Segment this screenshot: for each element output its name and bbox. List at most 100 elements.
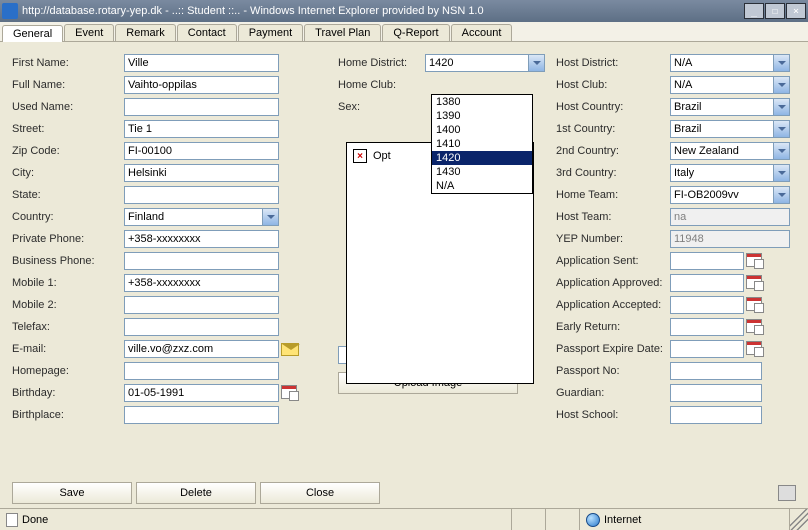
close-button[interactable]: Close [260, 482, 380, 504]
dropdown-option[interactable]: 1390 [432, 109, 532, 123]
label-home-club: Home Club: [338, 79, 423, 91]
private-phone-input[interactable] [124, 230, 279, 248]
label-street: Street: [12, 123, 122, 135]
label-birthday: Birthday: [12, 387, 122, 399]
close-window-button[interactable]: × [786, 3, 806, 19]
host-district-value: N/A [674, 57, 692, 69]
maximize-button[interactable]: ☐ [765, 3, 785, 19]
dropdown-option[interactable]: 1410 [432, 137, 532, 151]
mobile1-input[interactable] [124, 274, 279, 292]
label-used-name: Used Name: [12, 101, 122, 113]
tab-contact[interactable]: Contact [177, 24, 237, 41]
app-sent-input[interactable] [670, 252, 744, 270]
label-yep-number: YEP Number: [556, 233, 668, 245]
host-country-select[interactable]: Brazil [670, 98, 790, 116]
label-birthplace: Birthplace: [12, 409, 122, 421]
telefax-input[interactable] [124, 318, 279, 336]
host-district-select[interactable]: N/A [670, 54, 790, 72]
dropdown-option-selected[interactable]: 1420 [432, 151, 532, 165]
tab-remark[interactable]: Remark [115, 24, 176, 41]
second-country-select[interactable]: New Zealand [670, 142, 790, 160]
chevron-down-icon [773, 165, 789, 181]
mail-icon[interactable] [281, 343, 299, 356]
print-icon[interactable] [778, 485, 796, 501]
globe-icon [586, 513, 600, 527]
calendar-icon[interactable] [746, 341, 764, 357]
label-guardian: Guardian: [556, 387, 668, 399]
document-icon [6, 513, 18, 527]
mobile2-input[interactable] [124, 296, 279, 314]
status-zone: Internet [580, 509, 790, 530]
label-passport-expire: Passport Expire Date: [556, 343, 668, 355]
label-host-district: Host District: [556, 57, 668, 69]
homepage-input[interactable] [124, 362, 279, 380]
action-bar: Save Delete Close [0, 476, 808, 506]
calendar-icon[interactable] [281, 385, 299, 401]
resize-grip[interactable] [790, 509, 808, 530]
state-input[interactable] [124, 186, 279, 204]
label-state: State: [12, 189, 122, 201]
calendar-icon[interactable] [746, 319, 764, 335]
zip-input[interactable] [124, 142, 279, 160]
status-done-text: Done [22, 514, 48, 526]
business-phone-input[interactable] [124, 252, 279, 270]
chevron-down-icon [773, 55, 789, 71]
chevron-down-icon [773, 143, 789, 159]
minimize-button[interactable]: _ [744, 3, 764, 19]
status-bar: Done Internet [0, 508, 808, 530]
calendar-icon[interactable] [746, 297, 764, 313]
passport-expire-input[interactable] [670, 340, 744, 358]
birthday-input[interactable] [124, 384, 279, 402]
status-empty1 [512, 509, 546, 530]
home-district-dropdown[interactable]: 1380 1390 1400 1410 1420 1430 N/A [431, 94, 533, 194]
label-mobile1: Mobile 1: [12, 277, 122, 289]
email-input[interactable] [124, 340, 279, 358]
dropdown-option[interactable]: 1430 [432, 165, 532, 179]
tab-general[interactable]: General [2, 25, 63, 42]
guardian-input[interactable] [670, 384, 762, 402]
chevron-down-icon [773, 99, 789, 115]
calendar-icon[interactable] [746, 253, 764, 269]
status-done: Done [0, 509, 512, 530]
third-country-select[interactable]: Italy [670, 164, 790, 182]
birthplace-input[interactable] [124, 406, 279, 424]
tab-q-report[interactable]: Q-Report [382, 24, 449, 41]
label-sex: Sex: [338, 101, 423, 113]
label-early-return: Early Return: [556, 321, 668, 333]
label-private-phone: Private Phone: [12, 233, 122, 245]
app-approved-input[interactable] [670, 274, 744, 292]
country-select[interactable]: Finland [124, 208, 279, 226]
first-name-input[interactable] [124, 54, 279, 72]
delete-button[interactable]: Delete [136, 482, 256, 504]
street-input[interactable] [124, 120, 279, 138]
host-country-value: Brazil [674, 101, 702, 113]
label-zip: Zip Code: [12, 145, 122, 157]
host-club-select[interactable]: N/A [670, 76, 790, 94]
dropdown-option[interactable]: 1400 [432, 123, 532, 137]
save-button[interactable]: Save [12, 482, 132, 504]
dropdown-option[interactable]: 1380 [432, 95, 532, 109]
city-input[interactable] [124, 164, 279, 182]
tab-payment[interactable]: Payment [238, 24, 303, 41]
dropdown-option[interactable]: N/A [432, 179, 532, 193]
full-name-input[interactable] [124, 76, 279, 94]
used-name-input[interactable] [124, 98, 279, 116]
label-telefax: Telefax: [12, 321, 122, 333]
early-return-input[interactable] [670, 318, 744, 336]
home-district-select[interactable]: 1420 [425, 54, 545, 72]
passport-no-input[interactable] [670, 362, 762, 380]
label-3rd-country: 3rd Country: [556, 167, 668, 179]
host-school-input[interactable] [670, 406, 762, 424]
label-host-school: Host School: [556, 409, 668, 421]
tab-strip: General Event Remark Contact Payment Tra… [0, 22, 808, 42]
calendar-icon[interactable] [746, 275, 764, 291]
app-accepted-input[interactable] [670, 296, 744, 314]
tab-account[interactable]: Account [451, 24, 513, 41]
home-team-select[interactable]: FI-OB2009vv [670, 186, 790, 204]
tab-travel-plan[interactable]: Travel Plan [304, 24, 381, 41]
tab-event[interactable]: Event [64, 24, 114, 41]
home-team-value: FI-OB2009vv [674, 189, 739, 201]
chevron-down-icon [773, 121, 789, 137]
label-full-name: Full Name: [12, 79, 122, 91]
first-country-select[interactable]: Brazil [670, 120, 790, 138]
